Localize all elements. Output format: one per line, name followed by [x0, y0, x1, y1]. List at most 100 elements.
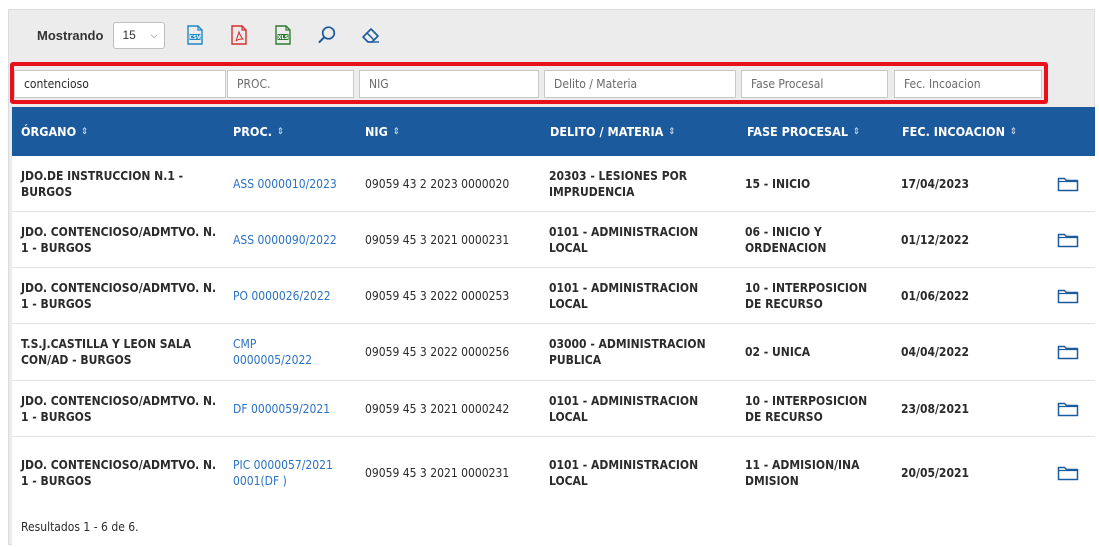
filter-row	[9, 60, 1094, 104]
results-summary: Resultados 1 - 6 de 6.	[12, 508, 1095, 545]
pdf-export-button[interactable]	[225, 21, 253, 49]
results-count-text: Resultados 1 - 6 de 6.	[21, 519, 139, 534]
cell-organo: T.S.J.CASTILLA Y LEON SALA CON/AD - BURG…	[21, 337, 192, 367]
cell-delito: 03000 - ADMINISTRACION PUBLICA	[549, 337, 706, 367]
page-size-value: 15	[122, 28, 136, 42]
table-row: JDO.DE INSTRUCCION N.1 - BURGOS ASS 0000…	[12, 156, 1095, 212]
cell-delito: 0101 - ADMINISTRACION LOCAL	[549, 393, 699, 424]
open-folder-button[interactable]	[1057, 268, 1079, 323]
sort-icon: ⇕	[1009, 126, 1017, 137]
cell-fase: 15 - INICIO	[745, 176, 811, 191]
proc-filter-input[interactable]	[227, 70, 354, 98]
organo-filter-input[interactable]	[14, 70, 226, 98]
cell-fase: 10 - INTERPOSICION DE RECURSO	[745, 393, 868, 424]
table-row: JDO. CONTENCIOSO/ADMTVO. N. 1 - BURGOS P…	[12, 268, 1095, 324]
proc-link[interactable]: PIC 0000057/2021 0001(DF )	[233, 437, 348, 508]
sort-icon: ⇕	[392, 126, 400, 137]
table-row: JDO. CONTENCIOSO/ADMTVO. N. 1 - BURGOS A…	[12, 212, 1095, 268]
cell-fecha: 04/04/2022	[901, 345, 969, 359]
cell-fase: 06 - INICIO Y ORDENACION	[745, 224, 827, 255]
toolbar: Mostrando 15 ⌵ CSV XLS	[9, 10, 1094, 60]
open-folder-button[interactable]	[1057, 437, 1079, 508]
col-header-label: FASE PROCESAL	[747, 124, 849, 139]
col-header-fecha[interactable]: FEC. INCOACION ⇕	[902, 107, 1017, 156]
table-header: ÓRGANO ⇕ PROC. ⇕ NIG ⇕ DELITO / MATERIA ⇕ FA…	[12, 107, 1095, 156]
col-header-proc[interactable]: PROC. ⇕	[233, 107, 284, 156]
cell-fecha: 01/06/2022	[901, 288, 969, 303]
xls-export-icon: XLS	[275, 25, 292, 45]
proc-link[interactable]: ASS 0000090/2022	[233, 212, 363, 267]
sort-icon: ⇕	[668, 126, 676, 137]
table-row: JDO. CONTENCIOSO/ADMTVO. N. 1 - BURGOS P…	[12, 437, 1095, 508]
table-body: JDO.DE INSTRUCCION N.1 - BURGOS ASS 0000…	[12, 156, 1095, 508]
cell-organo: JDO.DE INSTRUCCION N.1 - BURGOS	[21, 168, 184, 199]
col-header-fase[interactable]: FASE PROCESAL ⇕	[747, 107, 860, 156]
search-button[interactable]	[313, 21, 341, 49]
col-header-delito[interactable]: DELITO / MATERIA ⇕	[550, 107, 675, 156]
cell-nig: 09059 45 3 2021 0000231	[365, 465, 510, 480]
cell-fecha: 01/12/2022	[901, 232, 969, 247]
eraser-icon	[362, 28, 380, 43]
table-row: T.S.J.CASTILLA Y LEON SALA CON/AD - BURG…	[12, 324, 1095, 381]
cell-delito: 0101 - ADMINISTRACION LOCAL	[549, 457, 699, 488]
xls-export-button[interactable]: XLS	[269, 21, 297, 49]
table-row: JDO. CONTENCIOSO/ADMTVO. N. 1 - BURGOS D…	[12, 381, 1095, 437]
col-header-nig[interactable]: NIG ⇕	[365, 107, 400, 156]
svg-text:XLS: XLS	[278, 35, 289, 41]
cell-fecha: 17/04/2023	[901, 176, 969, 191]
folder-icon	[1057, 466, 1079, 480]
nig-filter-input[interactable]	[359, 70, 539, 98]
cell-delito: 0101 - ADMINISTRACION LOCAL	[549, 280, 699, 311]
proc-link[interactable]: DF 0000059/2021	[233, 381, 363, 436]
cell-fecha: 23/08/2021	[901, 401, 969, 416]
clear-filters-button[interactable]	[357, 21, 385, 49]
folder-icon	[1057, 289, 1079, 303]
open-folder-button[interactable]	[1057, 324, 1079, 380]
cell-nig: 09059 45 3 2021 0000231	[365, 232, 510, 247]
csv-export-button[interactable]: CSV	[181, 21, 209, 49]
cell-organo: JDO. CONTENCIOSO/ADMTVO. N. 1 - BURGOS	[21, 457, 217, 488]
cell-organo: JDO. CONTENCIOSO/ADMTVO. N. 1 - BURGOS	[21, 393, 217, 424]
cell-organo: JDO. CONTENCIOSO/ADMTVO. N. 1 - BURGOS	[21, 280, 217, 311]
proc-link[interactable]: CMP 0000005/2022	[233, 324, 333, 380]
csv-export-icon: CSV	[187, 25, 204, 45]
fecha-filter-input[interactable]	[894, 70, 1042, 98]
cell-nig: 09059 43 2 2023 0000020	[365, 176, 510, 191]
col-header-organo[interactable]: ÓRGANO ⇕	[21, 107, 88, 156]
folder-icon	[1057, 177, 1079, 191]
fase-filter-input[interactable]	[741, 70, 888, 98]
results-panel: Mostrando 15 ⌵ CSV XLS contencioso PROC.…	[8, 9, 1095, 545]
search-icon	[318, 26, 336, 43]
col-header-label: PROC.	[233, 124, 272, 139]
delito-filter-input[interactable]	[544, 70, 736, 98]
folder-icon	[1057, 233, 1079, 247]
cell-nig: 09059 45 3 2022 0000256	[365, 345, 510, 359]
svg-text:CSV: CSV	[190, 35, 201, 41]
cell-organo: JDO. CONTENCIOSO/ADMTVO. N. 1 - BURGOS	[21, 224, 217, 255]
proc-link[interactable]: PO 0000026/2022	[233, 268, 363, 323]
pdf-export-icon	[231, 25, 248, 45]
open-folder-button[interactable]	[1057, 212, 1079, 267]
cell-nig: 09059 45 3 2021 0000242	[365, 401, 510, 416]
open-folder-button[interactable]	[1057, 381, 1079, 436]
col-header-label: NIG	[365, 124, 388, 139]
cell-fecha: 20/05/2021	[901, 465, 969, 480]
showing-label: Mostrando	[37, 27, 104, 43]
page-size-select[interactable]: 15 ⌵	[113, 21, 166, 49]
col-header-label: FEC. INCOACION	[902, 124, 1005, 139]
col-header-label: DELITO / MATERIA	[550, 124, 664, 139]
cell-delito: 0101 - ADMINISTRACION LOCAL	[549, 224, 699, 255]
cell-fase: 11 - ADMISION/INADMISION	[745, 457, 860, 488]
proc-link[interactable]: ASS 0000010/2023	[233, 156, 358, 211]
sort-icon: ⇕	[81, 126, 88, 137]
folder-icon	[1057, 345, 1079, 360]
cell-fase: 10 - INTERPOSICION DE RECURSO	[745, 280, 868, 311]
cell-delito: 20303 - LESIONES POR IMPRUDENCIA	[549, 168, 688, 199]
cell-nig: 09059 45 3 2022 0000253	[365, 288, 510, 303]
cell-fase: 02 - UNICA	[745, 345, 811, 359]
open-folder-button[interactable]	[1057, 156, 1079, 211]
folder-icon	[1057, 402, 1079, 416]
sort-icon: ⇕	[853, 126, 860, 137]
col-header-label: ÓRGANO	[21, 124, 77, 139]
chevron-down-icon: ⌵	[150, 29, 158, 40]
